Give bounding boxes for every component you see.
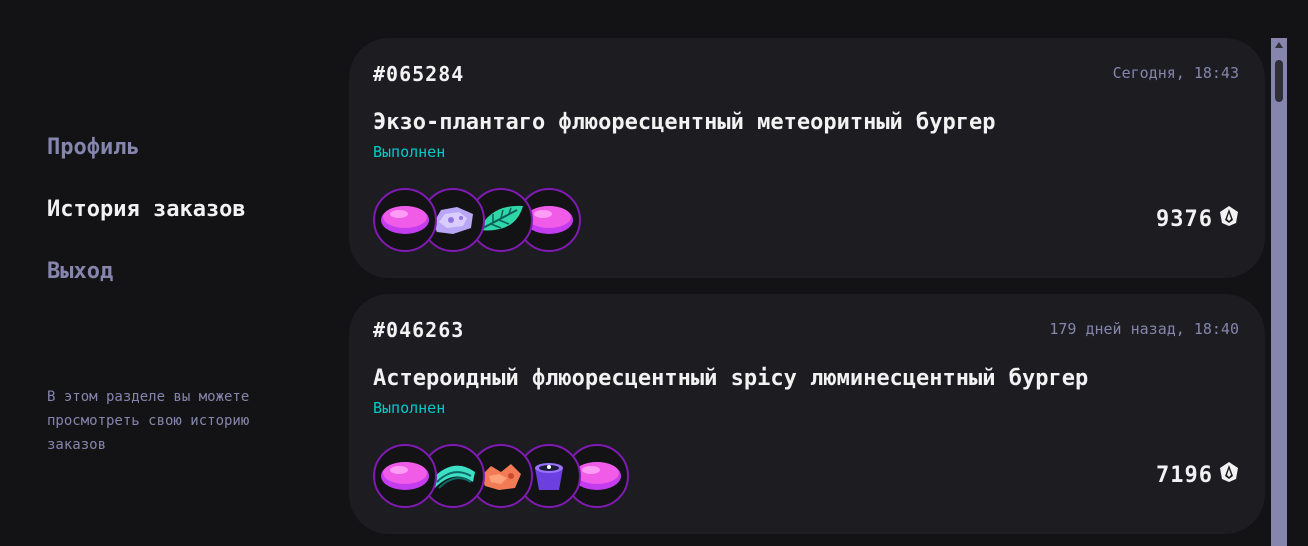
- order-status: Выполнен: [373, 399, 446, 417]
- orders-feed: #065284 Сегодня, 18:43 Экзо-плантаго флю…: [349, 38, 1265, 546]
- order-price: 7196: [1156, 460, 1241, 490]
- ingredient-list: [373, 188, 793, 252]
- scrollbar-thumb[interactable]: [1275, 60, 1283, 102]
- price-value: 7196: [1156, 462, 1213, 488]
- bun-pink-icon: [373, 444, 437, 508]
- nav-logout[interactable]: Выход: [47, 254, 327, 290]
- profile-sidebar: Профиль История заказов Выход: [47, 130, 327, 316]
- nav-profile[interactable]: Профиль: [47, 130, 327, 166]
- ingredient-list: [373, 444, 793, 508]
- order-card[interactable]: #065284 Сегодня, 18:43 Экзо-плантаго флю…: [349, 38, 1265, 278]
- order-status: Выполнен: [373, 143, 446, 161]
- bun-pink-icon: [373, 188, 437, 252]
- order-time: Сегодня, 18:43: [1112, 64, 1239, 82]
- order-title: Экзо-плантаго флюоресцентный метеоритный…: [373, 110, 996, 135]
- order-card[interactable]: #046263 179 дней назад, 18:40 Астероидны…: [349, 294, 1265, 534]
- scroll-up-arrow-icon[interactable]: [1275, 42, 1283, 48]
- sidebar-description: В этом разделе вы можете просмотреть сво…: [47, 389, 250, 453]
- nav-order-history[interactable]: История заказов: [47, 192, 327, 228]
- order-number: #065284: [373, 62, 465, 86]
- price-value: 9376: [1156, 206, 1213, 232]
- scrollbar[interactable]: [1271, 38, 1287, 546]
- order-time: 179 дней назад, 18:40: [1049, 320, 1239, 338]
- currency-icon: [1217, 204, 1241, 234]
- order-title: Астероидный флюоресцентный spicy люминес…: [373, 366, 1089, 391]
- currency-icon: [1217, 460, 1241, 490]
- order-history-page: Профиль История заказов Выход В этом раз…: [0, 0, 1308, 546]
- order-number: #046263: [373, 318, 465, 342]
- order-price: 9376: [1156, 204, 1241, 234]
